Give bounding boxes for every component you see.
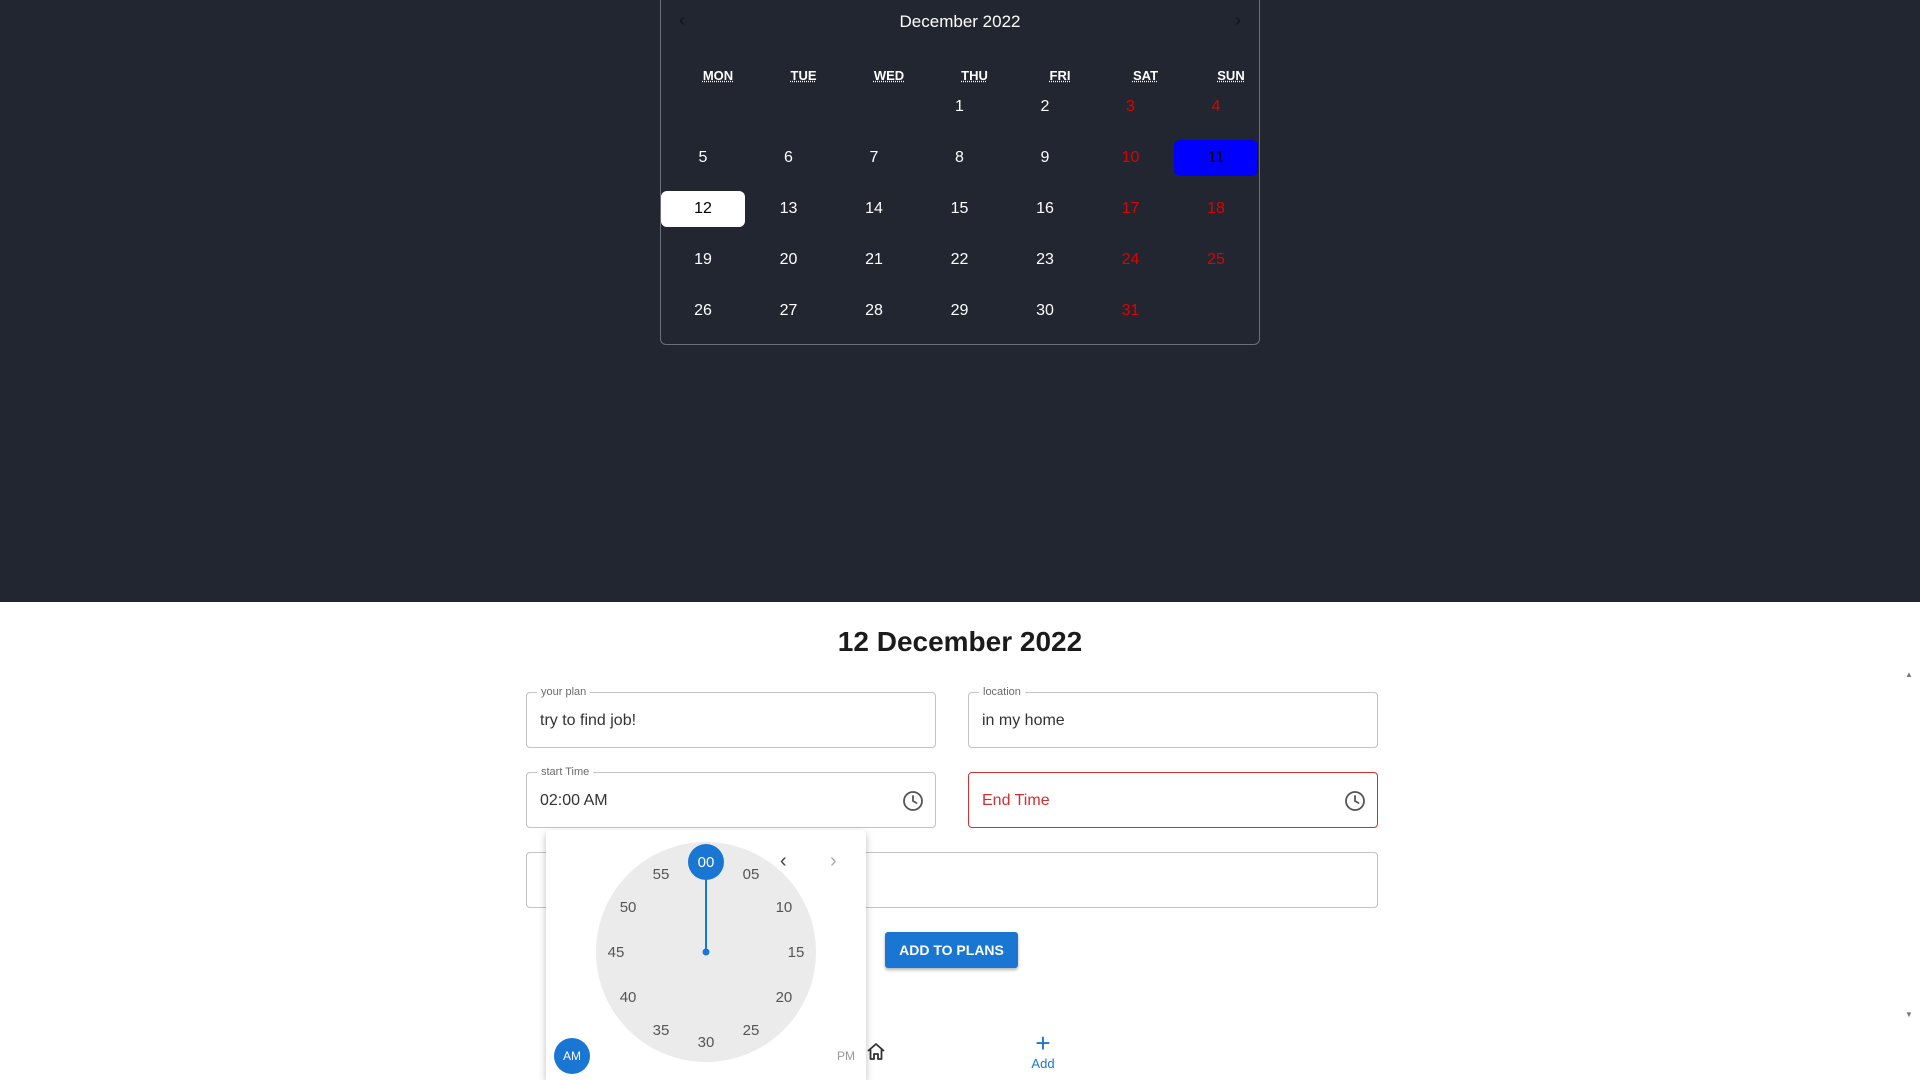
calendar-day-26[interactable]: 26 <box>661 293 745 329</box>
home-icon[interactable] <box>864 1040 888 1064</box>
add-nav-button[interactable]: + Add <box>1018 1030 1068 1071</box>
chevron-left-icon[interactable]: ‹ <box>780 850 787 873</box>
calendar-day-12[interactable]: 12 <box>661 191 745 227</box>
minute-10[interactable]: 10 <box>776 899 793 916</box>
minute-00[interactable]: 00 <box>698 854 715 871</box>
minute-40[interactable]: 40 <box>620 989 637 1006</box>
minute-clock-dial[interactable]: 00 05 10 15 20 25 30 35 40 45 50 55 <box>596 842 816 1062</box>
calendar-day-13[interactable]: 13 <box>747 191 831 227</box>
calendar-section: ‹ December 2022 › MON TUE WED THU FRI SAT SUN 1… <box>0 0 1920 602</box>
add-to-plans-button[interactable]: ADD TO PLANS <box>885 932 1018 968</box>
calendar-day-22[interactable]: 22 <box>918 242 1002 278</box>
calendar-day-7[interactable]: 7 <box>832 140 916 176</box>
calendar-day-25[interactable]: 25 <box>1174 242 1258 278</box>
scrollbar-down-arrow[interactable]: ▼ <box>1905 1010 1913 1019</box>
calendar-day-16[interactable]: 16 <box>1003 191 1087 227</box>
month-calendar: ‹ December 2022 › MON TUE WED THU FRI SAT SUN 1… <box>660 0 1260 345</box>
calendar-day-5[interactable]: 5 <box>661 140 745 176</box>
calendar-day-4[interactable]: 4 <box>1174 89 1258 125</box>
location-field[interactable]: location in my home <box>968 685 1378 748</box>
weekday-sat: SAT <box>1132 68 1159 83</box>
calendar-month-title: December 2022 <box>899 12 1021 31</box>
minute-35[interactable]: 35 <box>653 1022 670 1039</box>
scrollbar-up-arrow[interactable]: ▲ <box>1905 670 1913 679</box>
location-field-value: in my home <box>982 712 1065 729</box>
minute-05[interactable]: 05 <box>743 866 760 883</box>
weekday-mon: MON <box>702 68 734 83</box>
plan-field[interactable]: your plan try to find job! <box>526 685 936 748</box>
location-field-label: location <box>979 685 1025 699</box>
minute-50[interactable]: 50 <box>620 899 637 916</box>
calendar-day-14[interactable]: 14 <box>832 191 916 227</box>
plan-form-section <box>0 602 1920 1080</box>
weekday-thu: THU <box>961 68 988 83</box>
calendar-day-1[interactable]: 1 <box>918 89 1002 125</box>
end-time-placeholder: End Time <box>982 792 1050 809</box>
selected-date-heading: 12 December 2022 <box>837 626 1083 657</box>
plan-field-value: try to find job! <box>540 712 637 729</box>
minute-45[interactable]: 45 <box>608 944 625 961</box>
calendar-day-3[interactable]: 3 <box>1089 89 1173 125</box>
pm-button[interactable]: PM <box>828 1038 864 1074</box>
calendar-day-15[interactable]: 15 <box>918 191 1002 227</box>
minute-30[interactable]: 30 <box>698 1034 715 1051</box>
plan-field-label: your plan <box>537 685 591 699</box>
minute-15[interactable]: 15 <box>788 944 805 961</box>
calendar-day-24[interactable]: 24 <box>1089 242 1173 278</box>
calendar-day-17[interactable]: 17 <box>1089 191 1173 227</box>
minute-20[interactable]: 20 <box>776 989 793 1006</box>
clock-center-dot <box>702 948 710 956</box>
calendar-day-11[interactable]: 11 <box>1174 140 1258 176</box>
calendar-day-6[interactable]: 6 <box>747 140 831 176</box>
calendar-day-10[interactable]: 10 <box>1089 140 1173 176</box>
calendar-day-9[interactable]: 9 <box>1003 140 1087 176</box>
time-picker-popup: 00 05 10 15 20 25 30 35 40 45 50 55 ‹ › AM PM <box>546 830 866 1080</box>
minute-25[interactable]: 25 <box>743 1022 760 1039</box>
add-nav-label: Add <box>1031 1056 1055 1071</box>
calendar-day-19[interactable]: 19 <box>661 242 745 278</box>
weekday-wed: WED <box>873 68 905 83</box>
calendar-day-21[interactable]: 21 <box>832 242 916 278</box>
start-time-field[interactable]: start Time 02:00 AM <box>526 765 936 828</box>
calendar-day-2[interactable]: 2 <box>1003 89 1087 125</box>
calendar-day-18[interactable]: 18 <box>1174 191 1258 227</box>
plus-icon: + <box>1035 1028 1051 1058</box>
clock-icon[interactable] <box>1343 789 1367 813</box>
weekday-tue: TUE <box>790 68 817 83</box>
calendar-day-27[interactable]: 27 <box>747 293 831 329</box>
am-button[interactable]: AM <box>554 1038 590 1074</box>
minute-55[interactable]: 55 <box>653 866 670 883</box>
weekday-fri: FRI <box>1049 68 1071 83</box>
calendar-day-28[interactable]: 28 <box>832 293 916 329</box>
end-time-field[interactable]: End Time <box>968 772 1378 828</box>
clock-icon[interactable] <box>901 789 925 813</box>
calendar-day-23[interactable]: 23 <box>1003 242 1087 278</box>
calendar-day-29[interactable]: 29 <box>918 293 1002 329</box>
calendar-day-8[interactable]: 8 <box>918 140 1002 176</box>
chevron-right-icon[interactable]: › <box>830 850 837 873</box>
calendar-day-31[interactable]: 31 <box>1089 293 1173 329</box>
next-month-button[interactable]: › <box>1235 10 1241 31</box>
weekday-sun: SUN <box>1217 68 1245 83</box>
calendar-day-20[interactable]: 20 <box>747 242 831 278</box>
start-time-value: 02:00 AM <box>540 792 608 809</box>
start-time-label: start Time <box>537 765 594 779</box>
calendar-day-30[interactable]: 30 <box>1003 293 1087 329</box>
